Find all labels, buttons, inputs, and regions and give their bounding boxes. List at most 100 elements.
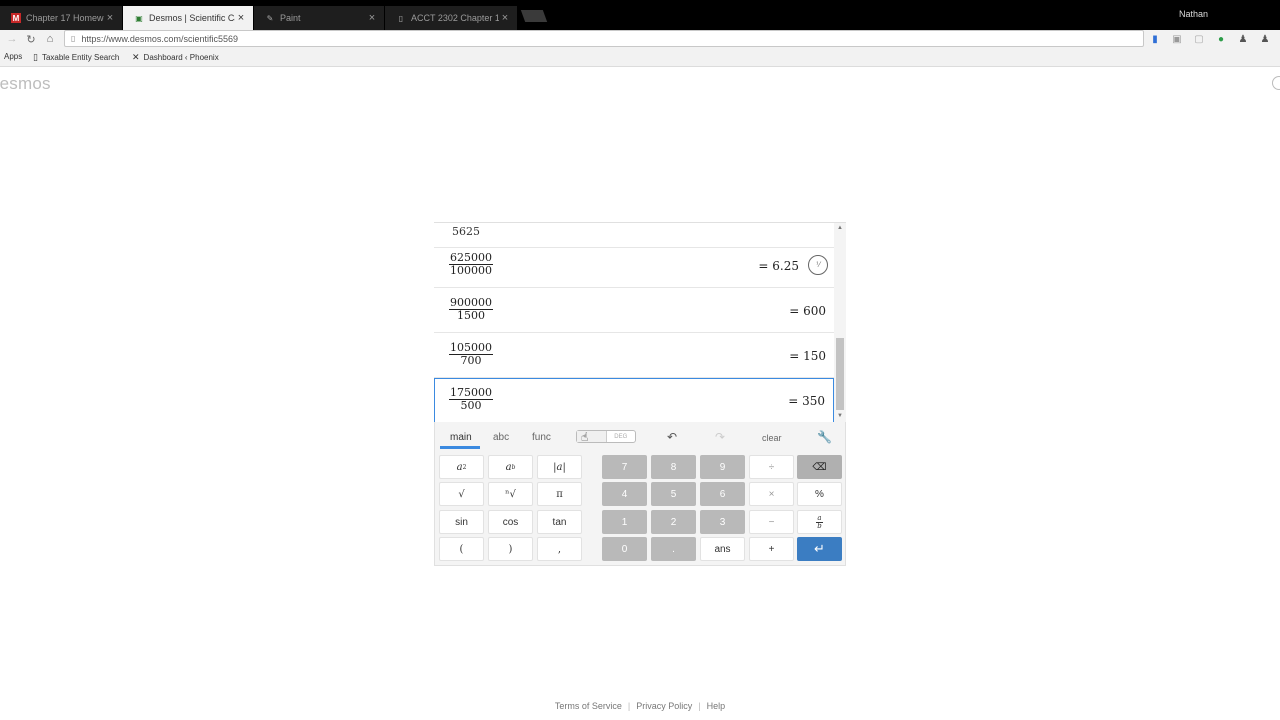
key-pi[interactable]: π (537, 482, 582, 506)
key-tan[interactable]: tan (537, 510, 582, 534)
tab-abc[interactable]: abc (493, 432, 509, 443)
key-sin[interactable]: sin (439, 510, 484, 534)
grammarly-icon[interactable]: ● (1215, 33, 1227, 45)
key-5[interactable]: 5 (651, 482, 696, 506)
key-divide[interactable]: ÷ (749, 455, 794, 479)
extension-icon[interactable]: ▢ (1193, 33, 1205, 45)
key-close-paren[interactable]: ) (488, 537, 533, 561)
paint-icon: ✎ (266, 13, 274, 23)
key-abs[interactable]: | a | (537, 455, 582, 479)
expression-result: = 6.25 (758, 259, 799, 273)
bookmark-apps[interactable]: Apps (4, 52, 22, 61)
home-icon[interactable]: ⌂ (42, 30, 58, 48)
extension-icon[interactable]: ♟ (1237, 33, 1249, 45)
expression-row[interactable]: 900000 1500 = 600 (434, 288, 834, 333)
bookmark-label: Dashboard ‹ Phoenix (143, 53, 219, 62)
key-minus[interactable]: − (749, 510, 794, 534)
extension-icon[interactable]: ▣ (1171, 33, 1183, 45)
help-link[interactable]: Help (707, 701, 726, 711)
bookmark-extension-icon[interactable]: ▮ (1149, 33, 1161, 45)
tab-close-icon[interactable]: × (366, 12, 378, 24)
privacy-policy-link[interactable]: Privacy Policy (636, 701, 692, 711)
address-bar[interactable]: ▯ https://www.desmos.com/scientific5569 (64, 30, 1144, 47)
key-2[interactable]: 2 (651, 510, 696, 534)
back-icon[interactable]: → (4, 30, 20, 48)
key-decimal[interactable]: . (651, 537, 696, 561)
extension-icon[interactable]: ♟ (1259, 33, 1271, 45)
key-cos[interactable]: cos (488, 510, 533, 534)
tab-main[interactable]: main (450, 432, 472, 443)
expression-row[interactable]: 105000 700 = 150 (434, 333, 834, 378)
tab-title: Paint (280, 13, 301, 23)
page-info-icon[interactable]: ▯ (71, 34, 75, 43)
scientific-calculator: 5625 625000 100000 = 6.25 ⅟ 900000 1500 … (434, 222, 846, 566)
key-fraction[interactable]: ab (797, 510, 842, 534)
active-tab-indicator (440, 446, 480, 449)
tab-title: ACCT 2302 Chapter 17 A (411, 13, 499, 23)
scroll-thumb[interactable] (836, 338, 844, 410)
key-0[interactable]: 0 (602, 537, 647, 561)
key-7[interactable]: 7 (602, 455, 647, 479)
clear-button[interactable]: clear (762, 433, 782, 443)
tab-close-icon[interactable]: × (235, 12, 247, 24)
key-3[interactable]: 3 (700, 510, 745, 534)
bookmark-taxable-entity-search[interactable]: ▯ Taxable Entity Search (33, 52, 119, 63)
footer-separator: | (698, 701, 701, 711)
mouse-cursor-icon: ☝ (581, 430, 589, 444)
tab-paint[interactable]: ✎ Paint × (254, 6, 384, 30)
scroll-up-icon[interactable]: ▲ (837, 225, 843, 231)
tab-close-icon[interactable]: × (499, 12, 511, 24)
fraction-toggle-icon[interactable]: ⅟ (808, 255, 828, 275)
denominator: 500 (460, 399, 482, 412)
key-multiply[interactable]: × (749, 482, 794, 506)
scroll-down-icon[interactable]: ▼ (837, 413, 843, 419)
expression-scrollbar[interactable]: ▲ ▼ (834, 223, 846, 422)
expression-text: 5625 (452, 225, 480, 238)
url-text: https://www.desmos.com/scientific5569 (81, 33, 238, 44)
desmos-logo[interactable]: desmos (0, 74, 51, 94)
menu-icon[interactable] (1272, 76, 1280, 90)
key-percent[interactable]: % (797, 482, 842, 506)
key-8[interactable]: 8 (651, 455, 696, 479)
site-icon: ✕ (132, 52, 140, 62)
new-tab-button[interactable] (520, 10, 548, 22)
undo-icon[interactable]: ↶ (667, 430, 677, 444)
bookmark-label: Taxable Entity Search (41, 53, 120, 62)
page-icon: ▯ (33, 52, 38, 62)
settings-wrench-icon[interactable]: 🔧 (817, 430, 832, 444)
enter-icon[interactable]: ↵ (797, 537, 842, 561)
expression-row-selected[interactable]: 175000 500 = 350 (434, 378, 834, 422)
key-6[interactable]: 6 (700, 482, 745, 506)
tab-chapter-17-homework[interactable]: M Chapter 17 Homework × (0, 6, 122, 30)
tab-acct-2302[interactable]: ▯ ACCT 2302 Chapter 17 A × (385, 6, 517, 30)
terms-of-service-link[interactable]: Terms of Service (555, 701, 622, 711)
tab-func[interactable]: func (532, 432, 551, 443)
fraction: 625000 100000 (449, 252, 493, 277)
tab-close-icon[interactable]: × (104, 12, 116, 24)
key-nth-root[interactable]: ⁿ√ (488, 482, 533, 506)
key-plus[interactable]: + (749, 537, 794, 561)
key-9[interactable]: 9 (700, 455, 745, 479)
expression-row[interactable]: 625000 100000 = 6.25 ⅟ (434, 243, 834, 288)
backspace-icon[interactable]: ⌫ (797, 455, 842, 479)
tab-desmos[interactable]: ▣ Desmos | Scientific Calcu × (123, 6, 253, 30)
key-comma[interactable]: , (537, 537, 582, 561)
fraction-glyph: ab (816, 513, 823, 530)
key-ans[interactable]: ans (700, 537, 745, 561)
denominator: 100000 (450, 264, 492, 277)
key-a-squared[interactable]: a2 (439, 455, 484, 479)
bookmark-dashboard-phoenix[interactable]: ✕ Dashboard ‹ Phoenix (132, 52, 219, 63)
profile-name[interactable]: Nathan (1179, 9, 1208, 19)
redo-icon[interactable]: ↷ (715, 430, 725, 444)
key-1[interactable]: 1 (602, 510, 647, 534)
fraction: 900000 1500 (449, 297, 493, 322)
deg-option[interactable]: DEG (607, 431, 636, 442)
key-open-paren[interactable]: ( (439, 537, 484, 561)
key-sqrt[interactable]: √ (439, 482, 484, 506)
fraction: 175000 500 (449, 387, 493, 412)
key-a-power-b[interactable]: ab (488, 455, 533, 479)
key-4[interactable]: 4 (602, 482, 647, 506)
expression-list: 5625 625000 100000 = 6.25 ⅟ 900000 1500 … (434, 222, 846, 422)
reload-icon[interactable]: ↻ (23, 30, 39, 48)
expression-result: = 600 (789, 304, 826, 318)
